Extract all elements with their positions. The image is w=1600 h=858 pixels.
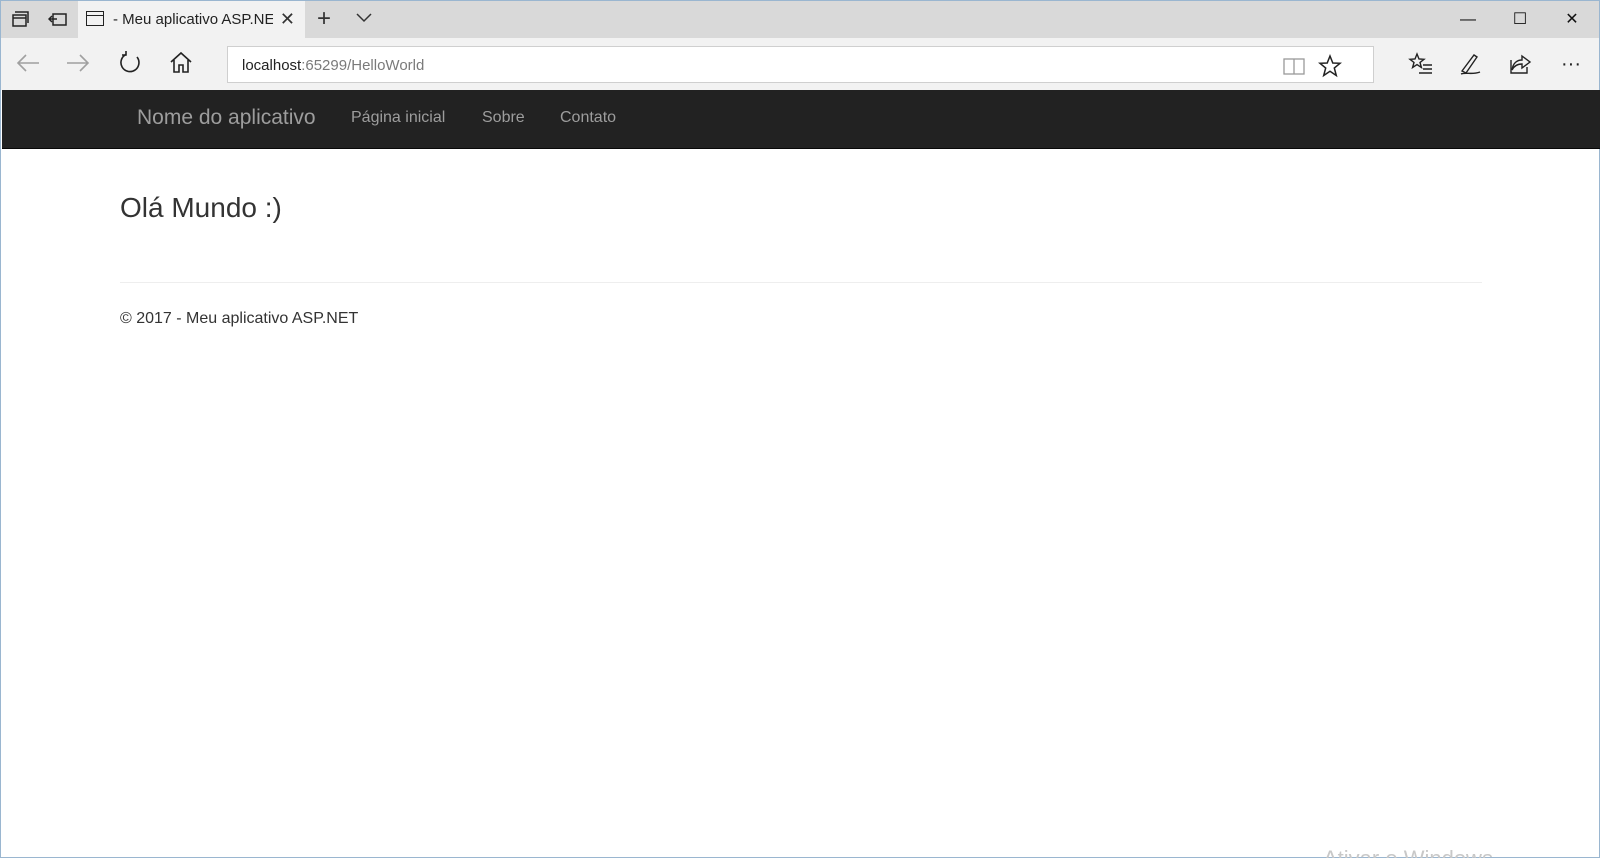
- home-icon[interactable]: [166, 50, 196, 78]
- site-navbar: Nome do aplicativo Página inicial Sobre …: [2, 90, 1600, 149]
- favorites-hub-icon[interactable]: [1407, 51, 1435, 77]
- chevron-down-icon[interactable]: [355, 9, 373, 27]
- browser-toolbar: localhost:65299/HelloWorld ···: [1, 38, 1599, 90]
- share-icon[interactable]: [1507, 51, 1535, 77]
- maximize-button[interactable]: ☐: [1494, 1, 1546, 38]
- close-tab-icon[interactable]: ✕: [280, 9, 295, 29]
- url-text[interactable]: localhost:65299/HelloWorld: [242, 57, 424, 74]
- footer-copyright: © 2017 - Meu aplicativo ASP.NET: [120, 310, 359, 327]
- activate-windows-watermark: Ativar o Windows: [1323, 846, 1493, 858]
- more-options-icon[interactable]: ···: [1557, 51, 1585, 77]
- browser-tab[interactable]: - Meu aplicativo ASP.NE ✕: [78, 1, 305, 38]
- web-note-pen-icon[interactable]: [1457, 51, 1485, 77]
- refresh-icon[interactable]: [115, 50, 145, 78]
- set-aside-tabs-icon[interactable]: [9, 9, 31, 31]
- tabs-aside-icon[interactable]: [47, 9, 69, 31]
- nav-link-about[interactable]: Sobre: [482, 109, 525, 127]
- address-bar[interactable]: localhost:65299/HelloWorld: [227, 46, 1374, 83]
- close-window-button[interactable]: ✕: [1546, 1, 1598, 38]
- reading-view-icon[interactable]: [1282, 54, 1306, 78]
- app-brand-link[interactable]: Nome do aplicativo: [137, 106, 316, 130]
- nav-link-contact[interactable]: Contato: [560, 109, 616, 127]
- favorite-star-icon[interactable]: [1318, 53, 1342, 78]
- divider: [120, 282, 1482, 283]
- title-bar: - Meu aplicativo ASP.NE ✕ + — ☐ ✕: [1, 1, 1599, 38]
- browser-window: - Meu aplicativo ASP.NE ✕ + — ☐ ✕ localh…: [0, 0, 1600, 858]
- page-icon: [86, 11, 104, 26]
- new-tab-icon[interactable]: +: [317, 6, 331, 32]
- tab-title: - Meu aplicativo ASP.NE: [113, 11, 273, 28]
- minimize-button[interactable]: —: [1442, 1, 1494, 38]
- nav-link-home[interactable]: Página inicial: [351, 109, 445, 127]
- forward-icon[interactable]: [63, 50, 93, 78]
- page-title: Olá Mundo :): [120, 192, 282, 223]
- back-icon[interactable]: [13, 50, 43, 78]
